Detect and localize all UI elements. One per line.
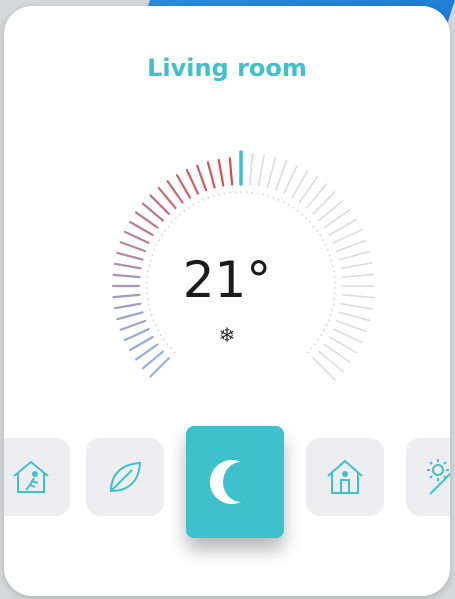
leaf-icon: [109, 461, 142, 493]
sun-icon: [427, 459, 450, 495]
night-mode-button[interactable]: [186, 426, 284, 538]
away-mode-button[interactable]: [4, 438, 70, 516]
moon-icon: [209, 460, 241, 504]
eco-mode-button[interactable]: [86, 438, 164, 516]
home-mode-button[interactable]: [306, 438, 384, 516]
thermostat-card: Living room 21° ❄: [4, 6, 450, 596]
mode-selector: [4, 6, 450, 596]
house-running-person-icon: [13, 460, 49, 493]
day-mode-button[interactable]: [406, 438, 450, 516]
house-person-icon: [327, 459, 363, 494]
